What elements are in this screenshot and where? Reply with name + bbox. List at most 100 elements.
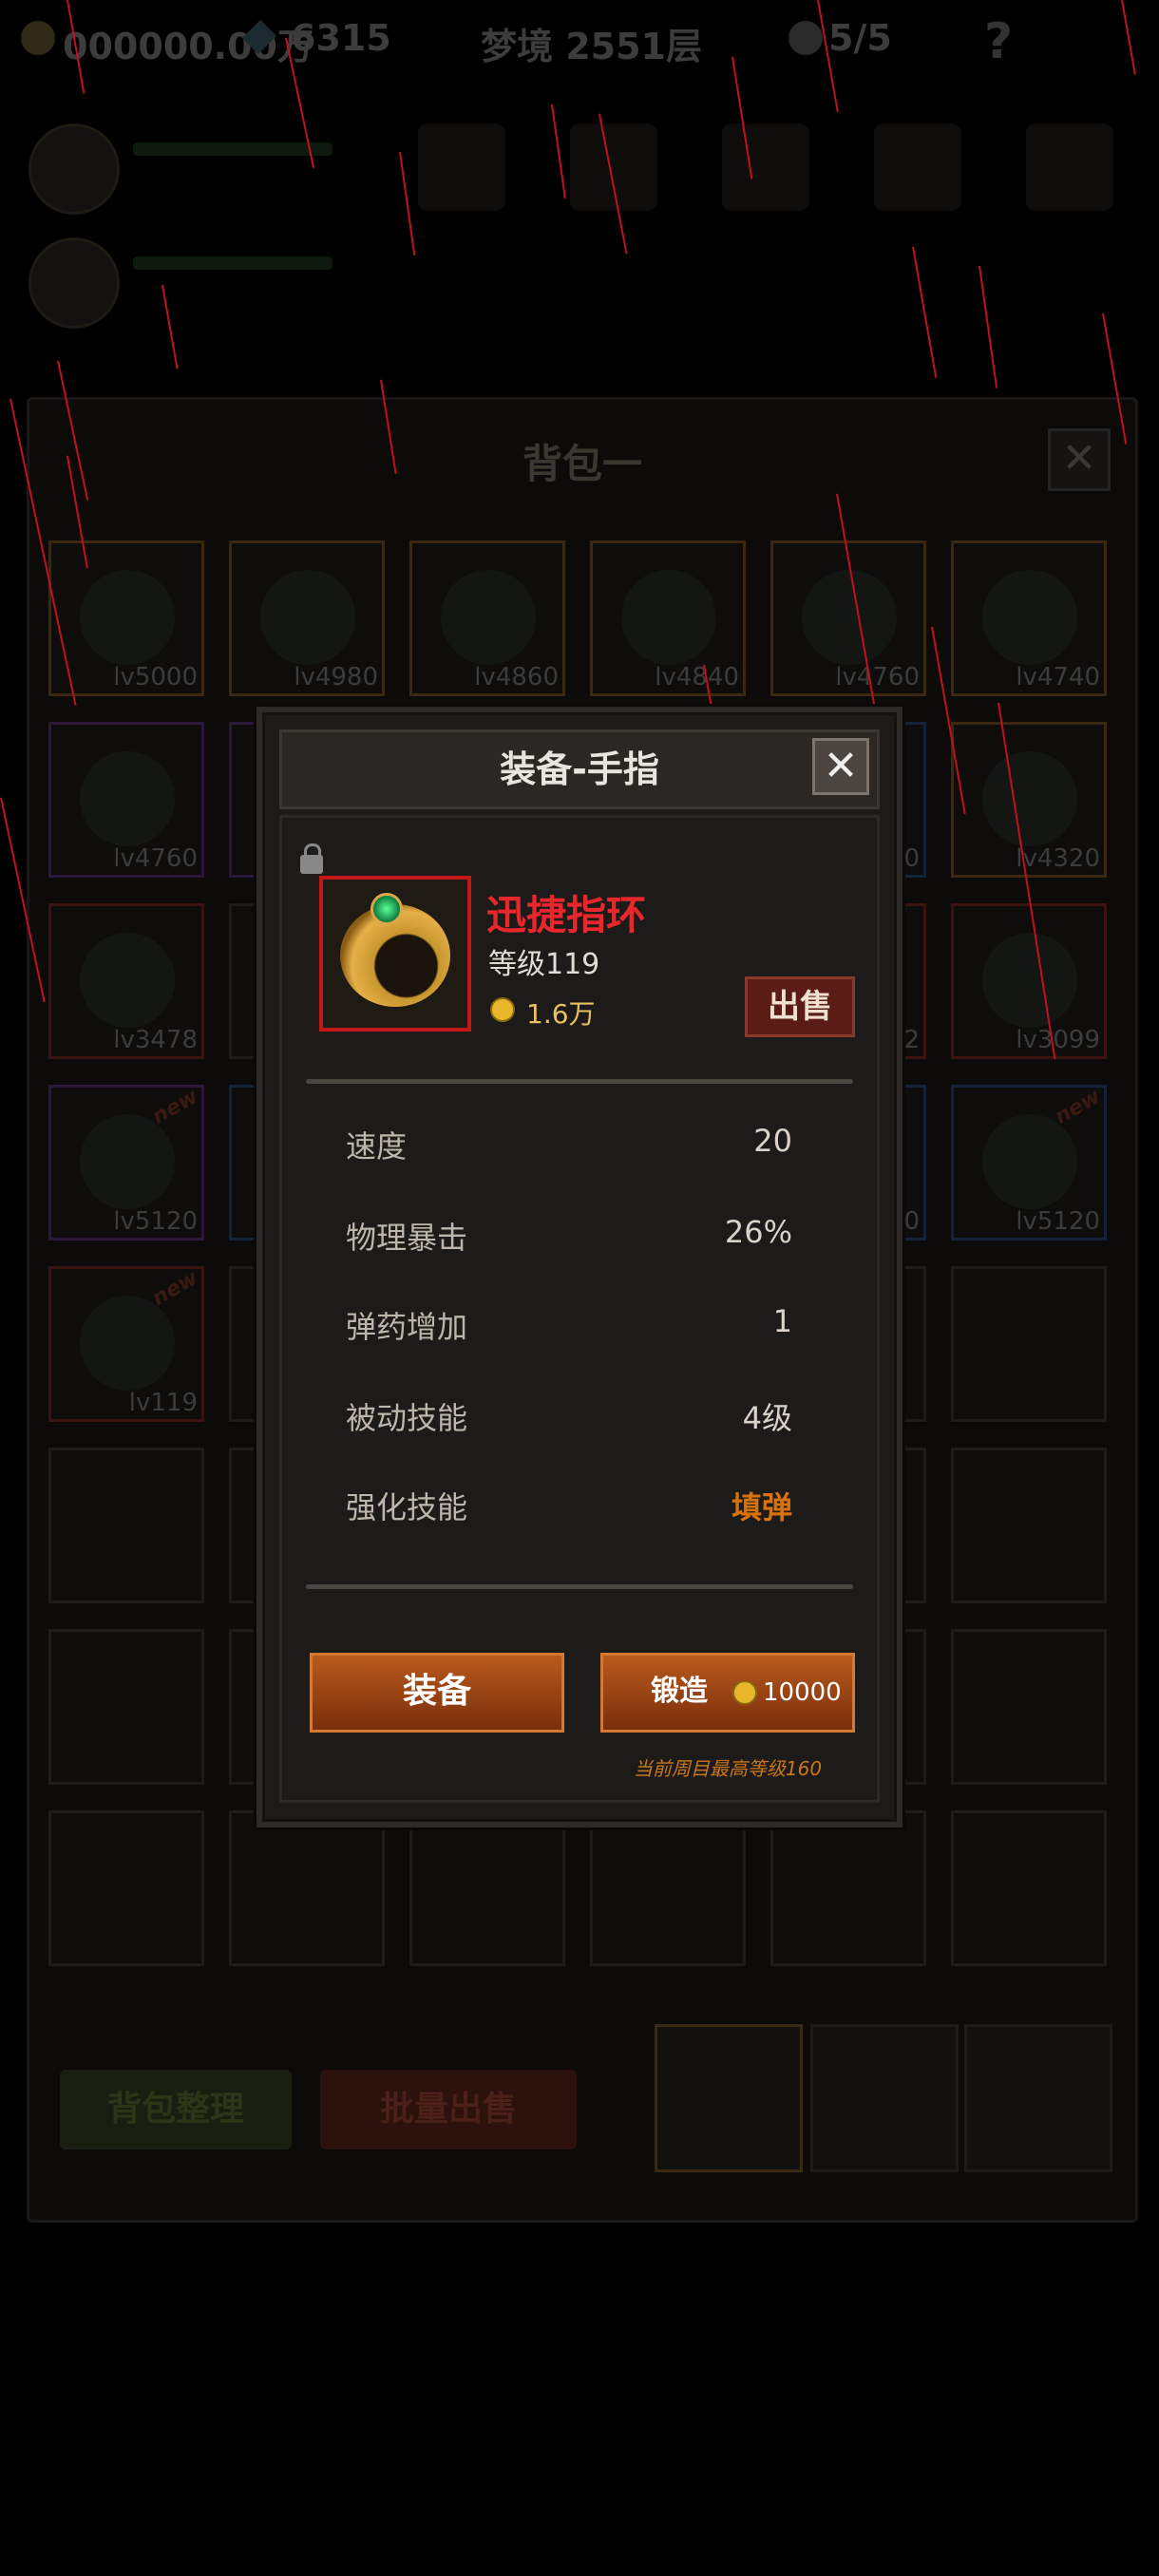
sell-button[interactable]: 出售	[745, 976, 855, 1037]
orb-icon	[441, 570, 536, 665]
stat-label: 物理暴击	[346, 1220, 468, 1256]
bulk-sell-button[interactable]: 批量出售	[320, 2070, 577, 2150]
bag-tab-3[interactable]	[964, 2024, 1112, 2172]
skull-icon	[788, 21, 823, 55]
backpack-slot[interactable]: lv4860	[409, 540, 565, 696]
slot-level: lv5000	[113, 663, 198, 691]
stat-label: 被动技能	[346, 1400, 468, 1436]
backpack-slot[interactable]: lv3478	[48, 903, 204, 1059]
slot-level: lv3478	[113, 1026, 198, 1054]
forge-label: 锻造	[651, 1675, 708, 1708]
backpack-slot[interactable]	[770, 1810, 926, 1966]
item-level: 等级119	[488, 948, 600, 981]
slot-level: lv4980	[294, 663, 378, 691]
backpack-close-button[interactable]: ✕	[1048, 428, 1111, 491]
orb-icon	[80, 751, 175, 846]
divider	[306, 1584, 853, 1589]
slot-level: lv5120	[113, 1207, 198, 1236]
new-badge: new	[148, 1084, 202, 1130]
backpack-slot[interactable]: lv4980	[229, 540, 385, 696]
armor-icon	[982, 933, 1077, 1028]
item-price: 1.6万	[526, 998, 596, 1030]
skill-icon[interactable]	[874, 123, 961, 211]
forge-cost: 10000	[763, 1678, 842, 1707]
slot-level: lv5120	[1016, 1207, 1100, 1236]
backpack-slot[interactable]: lv4740	[951, 540, 1107, 696]
dream-level: 梦境 2551层	[481, 26, 702, 67]
hero-avatar[interactable]	[28, 237, 120, 329]
sort-bag-button[interactable]: 背包整理	[60, 2070, 292, 2150]
backpack-slot[interactable]	[48, 1629, 204, 1785]
backpack-slot[interactable]: lv4840	[590, 540, 746, 696]
skill-icon[interactable]	[418, 123, 505, 211]
orb-icon	[621, 570, 716, 665]
gold-amount: 000000.00万	[63, 26, 314, 67]
backpack-slot[interactable]: lv4760	[48, 722, 204, 878]
backpack-slot[interactable]: lv3099	[951, 903, 1107, 1059]
backpack-slot[interactable]	[951, 1810, 1107, 1966]
skill-icon[interactable]	[722, 123, 809, 211]
stat-value: 26%	[724, 1214, 792, 1250]
ring-icon	[260, 570, 355, 665]
equip-button[interactable]: 装备	[310, 1653, 564, 1733]
hero-hp-bar	[133, 256, 332, 270]
stat-value: 20	[753, 1123, 792, 1159]
slot-level: lv4840	[655, 663, 739, 691]
item-name: 迅捷指环	[486, 892, 647, 938]
skull-count: 5/5	[828, 17, 892, 59]
top-hud: 000000.00万 6315 梦境 2551层 5/5 ?	[0, 0, 1159, 85]
backpack-slot[interactable]: lv4320	[951, 722, 1107, 878]
slot-level: lv3099	[1016, 1026, 1100, 1054]
dialog-header: 装备-手指 ✕	[279, 729, 880, 809]
backpack-slot[interactable]: lv5000	[48, 540, 204, 696]
backpack-slot[interactable]	[590, 1810, 746, 1966]
backpack-slot[interactable]: lv119 new	[48, 1266, 204, 1422]
forge-button[interactable]: 锻造 10000	[600, 1653, 855, 1733]
max-level-note: 当前周目最高等级160	[633, 1757, 823, 1780]
stat-label: 速度	[346, 1128, 408, 1165]
dialog-close-button[interactable]: ✕	[812, 738, 869, 795]
hero-avatar[interactable]	[28, 123, 120, 215]
gem-amount: 6315	[291, 17, 391, 59]
backpack-slot[interactable]	[951, 1629, 1107, 1785]
backpack-slot[interactable]	[409, 1810, 565, 1966]
new-badge: new	[148, 1265, 202, 1312]
backpack-slot[interactable]	[951, 1448, 1107, 1603]
party-strip	[0, 104, 1159, 380]
dialog-title: 装备-手指	[500, 748, 659, 790]
gold-coin-icon	[21, 21, 55, 55]
item-icon-frame	[319, 876, 471, 1032]
slot-level: lv119	[128, 1389, 198, 1417]
bag-tab-1[interactable]	[655, 2024, 803, 2172]
stat-label: 弹药增加	[346, 1309, 468, 1345]
backpack-slot[interactable]	[48, 1448, 204, 1603]
backpack-slot[interactable]: lv5120 new	[48, 1085, 204, 1241]
divider	[306, 1079, 853, 1084]
slot-level: lv4760	[113, 844, 198, 873]
skill-icon[interactable]	[570, 123, 657, 211]
lock-icon[interactable]	[300, 843, 323, 874]
backpack-slot[interactable]	[951, 1266, 1107, 1422]
new-badge: new	[1051, 1084, 1105, 1130]
help-button[interactable]: ?	[984, 13, 1013, 70]
stat-value: 4级	[742, 1400, 792, 1436]
amulet-icon	[982, 751, 1077, 846]
gold-coin-icon	[732, 1680, 757, 1705]
slot-level: lv4760	[835, 663, 920, 691]
slot-level: lv4320	[1016, 844, 1100, 873]
stat-value: 填弹	[731, 1489, 792, 1525]
bag-tab-2[interactable]	[810, 2024, 959, 2172]
equipment-dialog: 装备-手指 ✕ 迅捷指环 等级119 1.6万 出售 速度 20 物理暴击 26…	[256, 707, 902, 1828]
stat-value: 1	[772, 1303, 792, 1339]
ring-icon	[80, 570, 175, 665]
gem-icon	[370, 893, 403, 925]
helmet-icon	[80, 933, 175, 1028]
stat-label: 强化技能	[346, 1489, 468, 1525]
gold-coin-icon	[490, 997, 515, 1022]
backpack-slot[interactable]	[229, 1810, 385, 1966]
orb-icon	[802, 570, 897, 665]
backpack-title: 背包一	[522, 441, 642, 487]
backpack-slot[interactable]: lv5120 new	[951, 1085, 1107, 1241]
skill-icon[interactable]	[1026, 123, 1113, 211]
backpack-slot[interactable]	[48, 1810, 204, 1966]
